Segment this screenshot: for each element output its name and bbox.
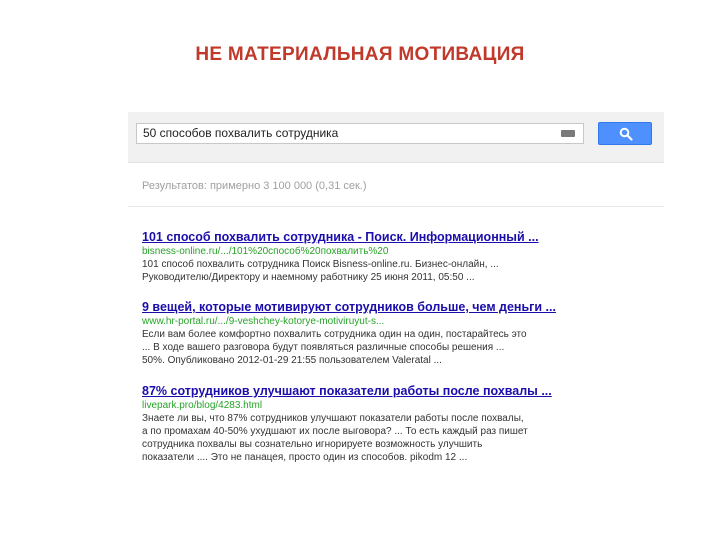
snippet-line: 101 способ похвалить сотрудника Поиск Bi… bbox=[142, 259, 499, 270]
result-url: bisness-online.ru/.../101%20способ%20пох… bbox=[142, 246, 389, 257]
result-url: www.hr-portal.ru/.../9-veshchey-kotorye-… bbox=[142, 316, 385, 327]
slide-title: НЕ МАТЕРИАЛЬНАЯ МОТИВАЦИЯ bbox=[195, 44, 525, 65]
snippet-line: а по промахам 40-50% ухудшают их после в… bbox=[142, 426, 528, 437]
results-stats: Результатов: примерно 3 100 000 (0,31 се… bbox=[142, 180, 367, 192]
snippet-line: Если вам более комфортно похвалить сотру… bbox=[142, 329, 527, 340]
search-box[interactable] bbox=[136, 123, 584, 144]
result-url: livepark.pro/blog/4283.html bbox=[142, 400, 263, 411]
result-snippet: Знаете ли вы, что 87% сотрудников улучша… bbox=[142, 412, 657, 464]
search-bar bbox=[128, 112, 664, 163]
result-title-link[interactable]: 87% сотрудников улучшают показатели рабо… bbox=[142, 384, 657, 399]
search-screenshot: Результатов: примерно 3 100 000 (0,31 се… bbox=[128, 112, 664, 472]
magnifier-icon bbox=[619, 127, 633, 141]
result-title-link[interactable]: 9 вещей, которые мотивируют сотрудников … bbox=[142, 300, 657, 315]
result-snippet: 101 способ похвалить сотрудника Поиск Bi… bbox=[142, 258, 657, 284]
search-button[interactable] bbox=[598, 122, 652, 145]
search-result: 9 вещей, которые мотивируют сотрудников … bbox=[142, 300, 657, 367]
keyboard-icon[interactable] bbox=[561, 130, 575, 137]
search-result: 101 способ похвалить сотрудника - Поиск.… bbox=[142, 230, 657, 284]
search-input[interactable] bbox=[143, 124, 543, 143]
snippet-line: сотрудника похвалы вы сознательно игнори… bbox=[142, 439, 483, 450]
result-snippet: Если вам более комфортно похвалить сотру… bbox=[142, 328, 657, 367]
snippet-line: Знаете ли вы, что 87% сотрудников улучша… bbox=[142, 413, 524, 424]
snippet-line: Руководителю/Директору и наемному работн… bbox=[142, 272, 475, 283]
snippet-line: показатели .... Это не панацея, просто о… bbox=[142, 452, 468, 463]
search-result: 87% сотрудников улучшают показатели рабо… bbox=[142, 384, 657, 464]
snippet-line: 50%. Опубликовано 2012-01-29 21:55 польз… bbox=[142, 355, 442, 366]
snippet-line: ... В ходе вашего разговора будут появля… bbox=[142, 342, 505, 353]
result-title-link[interactable]: 101 способ похвалить сотрудника - Поиск.… bbox=[142, 230, 657, 245]
divider bbox=[128, 206, 664, 207]
